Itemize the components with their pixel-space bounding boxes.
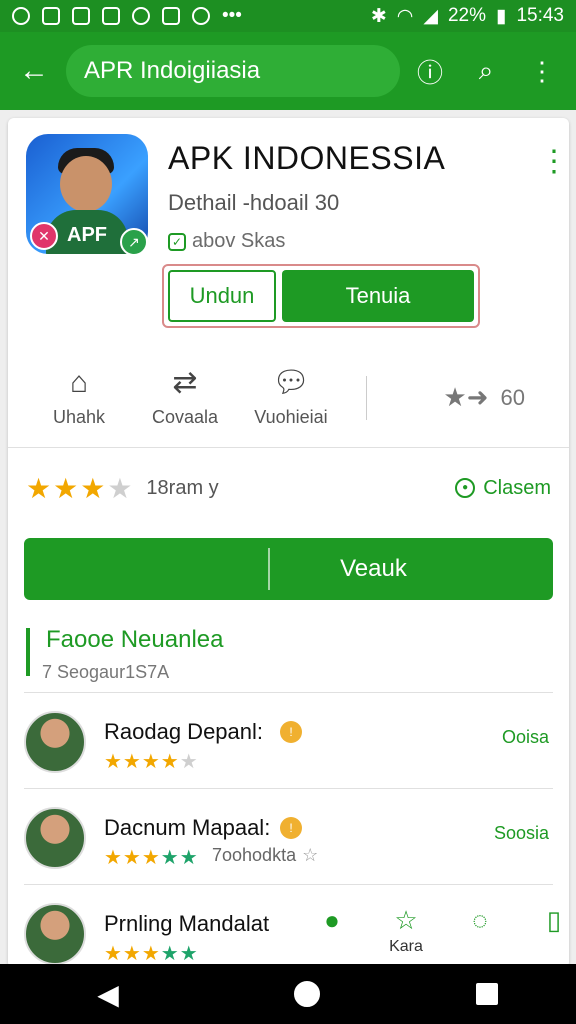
battery-percent: 22% bbox=[447, 5, 486, 26]
stat-item[interactable]: ⌂ Uhahk bbox=[26, 367, 132, 428]
app-header: APF ✕ ↗ APK INDONESSIA ⋮ Dethail -hdoail… bbox=[8, 118, 569, 348]
reviews-section-header: Faooe Neuanlea 7 Seogaur1S7A bbox=[26, 622, 551, 692]
reviewer-name: Raodag Depanl: bbox=[104, 719, 264, 744]
verified-row: ✓ abov Skas bbox=[168, 230, 285, 253]
rating-row: ★★★★ 18ram y ● Clasem bbox=[8, 448, 569, 528]
badge-icon: ! bbox=[280, 721, 302, 743]
notification-icon bbox=[102, 7, 120, 25]
rating-action[interactable]: ● Clasem bbox=[455, 477, 551, 500]
search-icon[interactable]: ⌕ bbox=[470, 55, 502, 87]
review-item[interactable]: Raodag Depanl: ! ★★★★★ Ooisa bbox=[24, 692, 553, 788]
reviewer-name: Prnling Mandalat bbox=[104, 911, 270, 936]
verified-text: abov Skas bbox=[192, 230, 286, 252]
review-extra-text: 7oohodkta bbox=[212, 845, 297, 865]
section-accent bbox=[26, 628, 30, 676]
notification-icon bbox=[192, 7, 210, 25]
arrow-left-icon: ← bbox=[19, 54, 49, 87]
primary-button[interactable]: Veauk bbox=[24, 538, 553, 600]
stat-item[interactable]: 💬︎ Vuohieiai bbox=[238, 367, 344, 428]
notification-icon bbox=[132, 7, 150, 25]
button-divider bbox=[268, 548, 270, 590]
avatar bbox=[24, 711, 86, 773]
star-label: Kara bbox=[389, 938, 423, 955]
review-stars: ★★★★★ bbox=[104, 943, 199, 965]
notification-icon bbox=[72, 7, 90, 25]
stat-label: Vuohieiai bbox=[254, 407, 328, 427]
review-item[interactable]: Prnling Mandalat ★★★★★ ● ☆ Kara ◌ ▯ bbox=[24, 884, 561, 968]
stats-row: ⌂ Uhahk ⇄ Covaala 💬︎ Vuohieiai ★➜ 60 bbox=[8, 348, 569, 448]
app-bar-actions: ⓘ ⌕ ⋮ bbox=[414, 53, 564, 90]
swap-icon: ⇄ bbox=[172, 366, 198, 399]
section-title: Faooe Neuanlea bbox=[46, 626, 224, 653]
stat-item[interactable]: ⇄ Covaala bbox=[132, 367, 238, 428]
more-vert-icon[interactable]: ⋮ bbox=[526, 56, 558, 87]
verified-icon[interactable]: ● bbox=[310, 905, 354, 936]
home-icon: ⌂ bbox=[69, 366, 89, 399]
section-subtitle: 7 Seogaur1S7A bbox=[42, 662, 170, 682]
notification-icon bbox=[42, 7, 60, 25]
clock: 15:43 bbox=[516, 5, 564, 26]
review-extra: 7oohodkta ☆ bbox=[212, 845, 318, 866]
review-item[interactable]: Dacnum Mapaal: ! ★★★★★ 7oohodkta ☆ Soosia bbox=[24, 788, 553, 884]
search-text: APR Indoigiiasia bbox=[84, 57, 261, 84]
notification-icons: ••• bbox=[12, 5, 242, 27]
stat-rating: ★➜ 60 bbox=[443, 382, 551, 413]
signal-icon: ◢ bbox=[423, 5, 438, 27]
avatar-face bbox=[60, 156, 112, 212]
bluetooth-icon: ✱ bbox=[370, 5, 387, 27]
app-bar: ← APR Indoigiiasia ⓘ ⌕ ⋮ bbox=[0, 32, 576, 110]
rating-action-label: Clasem bbox=[483, 476, 551, 499]
app-subtitle: Dethail -hdoail 30 bbox=[168, 190, 340, 215]
shuffle-badge-icon: ✕ bbox=[30, 222, 58, 250]
install-button[interactable]: Tenuia bbox=[282, 270, 474, 322]
stat-label: Covaala bbox=[151, 407, 219, 427]
review-actions: ● ☆ Kara ◌ ▯ bbox=[310, 905, 569, 956]
stat-rating-value: 60 bbox=[500, 384, 525, 410]
info-icon[interactable]: ⓘ bbox=[414, 53, 446, 90]
review-stars: ★★★★★ bbox=[104, 847, 199, 869]
avatar bbox=[24, 807, 86, 869]
download-button[interactable]: Undun bbox=[168, 270, 276, 322]
reviewer-name: Dacnum Mapaal: bbox=[104, 815, 271, 840]
review-action[interactable]: Ooisa bbox=[502, 727, 549, 748]
star-icon[interactable]: ☆ Kara bbox=[384, 905, 428, 956]
more-notifications-icon: ••• bbox=[222, 5, 242, 26]
divider bbox=[366, 375, 367, 420]
notification-icon bbox=[12, 7, 30, 25]
review-action[interactable]: Soosia bbox=[494, 823, 549, 844]
primary-button-label: Veauk bbox=[340, 555, 407, 582]
recents-nav-icon[interactable] bbox=[476, 983, 498, 1005]
badge-icon: ! bbox=[280, 817, 302, 839]
app-title: APK INDONESSIA bbox=[168, 140, 446, 176]
more-vert-icon[interactable]: ⋮ bbox=[539, 142, 569, 182]
app-detail-card: APF ✕ ↗ APK INDONESSIA ⋮ Dethail -hdoail… bbox=[8, 118, 569, 968]
wifi-icon: ◠ bbox=[396, 5, 414, 27]
star-outline-icon: ☆ bbox=[302, 845, 319, 865]
system-status: ✱ ◠ ◢ 22% ▮ 15:43 bbox=[371, 5, 564, 28]
share-badge-icon: ↗ bbox=[120, 228, 148, 256]
back-nav-icon[interactable]: ◀ bbox=[78, 978, 138, 1011]
back-button[interactable]: ← bbox=[12, 49, 56, 93]
check-icon: ✓ bbox=[168, 232, 186, 251]
chat-icon: 💬︎ bbox=[271, 366, 311, 399]
stat-label: Uhahk bbox=[52, 407, 106, 427]
battery-icon: ▮ bbox=[495, 5, 507, 27]
rating-text: 18ram y bbox=[146, 476, 219, 499]
notification-icon bbox=[162, 7, 180, 25]
avatar bbox=[24, 903, 86, 965]
rating-stars: ★★★★ bbox=[26, 472, 135, 504]
action-buttons: Undun Tenuia bbox=[162, 264, 480, 328]
comment-icon: ● bbox=[455, 478, 476, 498]
star-arrow-icon: ★➜ bbox=[443, 382, 489, 412]
bookmark-icon[interactable]: ▯ bbox=[532, 905, 569, 936]
chat-icon[interactable]: ◌ bbox=[458, 905, 502, 936]
review-stars: ★★★★★ bbox=[104, 751, 199, 773]
search-field[interactable]: APR Indoigiiasia bbox=[66, 45, 400, 97]
reviews-list: Raodag Depanl: ! ★★★★★ Ooisa Dacnum Mapa… bbox=[8, 692, 569, 968]
status-bar: ••• ✱ ◠ ◢ 22% ▮ 15:43 bbox=[0, 0, 576, 32]
home-nav-icon[interactable] bbox=[294, 981, 320, 1007]
navigation-bar: ◀ bbox=[0, 964, 576, 1024]
